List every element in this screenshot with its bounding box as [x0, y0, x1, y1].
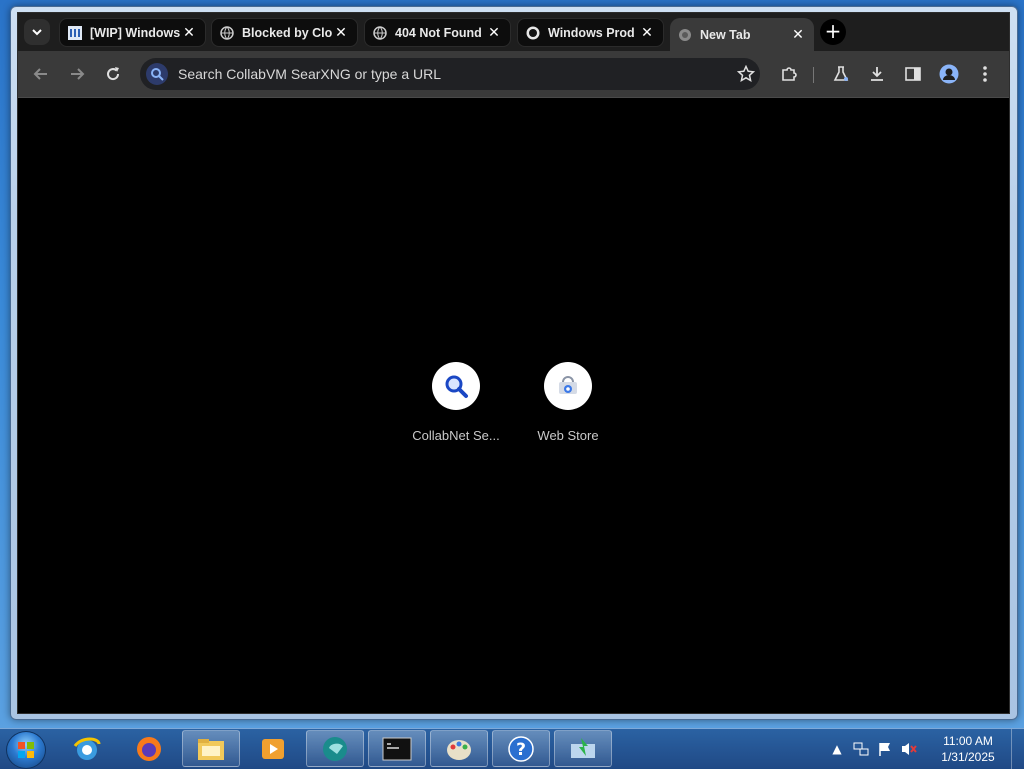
github-icon — [526, 26, 540, 40]
toolbar-separator — [813, 67, 814, 83]
internet-explorer-icon — [73, 737, 101, 760]
globe-icon — [373, 25, 387, 40]
clock-date: 1/31/2025 — [941, 750, 995, 764]
shortcut-collabnet[interactable]: CollabNet Se... — [400, 362, 512, 443]
side-panel-button[interactable] — [902, 63, 924, 85]
downloads-button[interactable] — [866, 63, 888, 85]
tab-strip: [WIP] Windows ✕ Blocked by Clo ✕ 404 Not… — [18, 13, 1009, 51]
tab-title: 404 Not Found — [395, 25, 482, 40]
taskbar-file-explorer[interactable] — [182, 730, 240, 767]
tab-search-button[interactable] — [24, 19, 50, 45]
system-tray: ▲ 11:00 AM 1/31/2025 — [825, 729, 1024, 769]
new-tab-button[interactable]: + — [820, 19, 846, 45]
shortcut-label: Web Store — [537, 428, 599, 443]
taskbar: ? ▲ 11:00 AM 1/31/2025 — [0, 728, 1024, 769]
file-explorer-icon — [198, 738, 224, 760]
extensions-button[interactable] — [778, 63, 800, 85]
app-icon — [323, 736, 347, 761]
show-desktop-button[interactable] — [1011, 729, 1024, 769]
shortcut-web-store[interactable]: Web Store — [512, 362, 624, 443]
taskbar-media-player[interactable] — [244, 730, 302, 767]
web-store-icon — [559, 376, 577, 394]
taskbar-app[interactable] — [306, 730, 364, 767]
command-prompt-icon — [382, 737, 412, 760]
toolbar: Search CollabVM SearXNG or type a URL — [18, 51, 1009, 98]
taskbar-network-app[interactable] — [554, 730, 612, 767]
avatar-icon — [939, 64, 959, 84]
volume-muted-icon[interactable] — [899, 739, 919, 759]
network-app-icon — [571, 737, 595, 758]
profile-button[interactable] — [938, 63, 960, 85]
windows-logo-icon — [18, 742, 34, 758]
network-icon[interactable] — [851, 739, 871, 759]
reload-icon — [107, 67, 120, 81]
tray-expand-icon[interactable]: ▲ — [827, 739, 847, 759]
start-button[interactable] — [6, 731, 46, 769]
omnibox[interactable]: Search CollabVM SearXNG or type a URL — [140, 58, 760, 90]
clock[interactable]: 11:00 AM 1/31/2025 — [929, 733, 1007, 765]
tab-404[interactable]: 404 Not Found ✕ — [364, 18, 511, 47]
media-player-icon — [262, 738, 284, 759]
back-button[interactable] — [30, 63, 52, 85]
new-tab-page: CollabNet Se... Web Store — [18, 98, 1009, 713]
flask-icon — [833, 66, 849, 81]
action-center-flag-icon[interactable] — [875, 739, 895, 759]
svg-text:?: ? — [516, 740, 526, 760]
labs-button[interactable] — [830, 63, 852, 85]
help-icon: ? — [508, 735, 534, 762]
shortcut-icon-circle — [544, 362, 592, 410]
reload-button[interactable] — [102, 63, 124, 85]
tab-new-tab[interactable]: New Tab ✕ — [670, 18, 814, 51]
wiki-icon — [68, 25, 82, 40]
tab-close-button[interactable]: ✕ — [181, 25, 197, 41]
chevron-down-icon — [32, 29, 42, 36]
tab-windows-prod[interactable]: Windows Prod ✕ — [517, 18, 664, 47]
tab-title: Windows Prod — [548, 25, 635, 40]
search-icon — [445, 375, 468, 398]
clock-time: 11:00 AM — [943, 734, 993, 748]
taskbar-help[interactable]: ? — [492, 730, 550, 767]
download-icon — [871, 67, 883, 81]
taskbar-internet-explorer[interactable] — [58, 730, 116, 767]
search-icon — [146, 63, 168, 85]
tab-close-button[interactable]: ✕ — [333, 25, 349, 41]
tab-title: Blocked by Clo — [242, 25, 333, 40]
firefox-icon — [137, 736, 161, 761]
forward-button[interactable] — [66, 63, 88, 85]
omnibox-placeholder[interactable]: Search CollabVM SearXNG or type a URL — [178, 66, 732, 82]
kebab-menu-icon — [983, 66, 987, 82]
side-panel-icon — [905, 67, 921, 81]
arrow-left-icon — [33, 68, 47, 80]
puzzle-icon — [782, 67, 797, 81]
taskbar-command-prompt[interactable] — [368, 730, 426, 767]
globe-icon — [678, 28, 692, 42]
menu-button[interactable] — [974, 63, 996, 85]
tab-wip-windows[interactable]: [WIP] Windows ✕ — [59, 18, 206, 47]
globe-icon — [220, 25, 234, 40]
tab-close-button[interactable]: ✕ — [486, 25, 502, 41]
tab-blocked[interactable]: Blocked by Clo ✕ — [211, 18, 358, 47]
browser-window: [WIP] Windows ✕ Blocked by Clo ✕ 404 Not… — [17, 12, 1010, 714]
bookmark-star-button[interactable] — [732, 65, 760, 83]
shortcut-icon-circle — [432, 362, 480, 410]
shortcut-label: CollabNet Se... — [412, 428, 500, 443]
paint-icon — [447, 739, 471, 760]
arrow-right-icon — [71, 68, 85, 80]
taskbar-firefox[interactable] — [120, 730, 178, 767]
tab-title: [WIP] Windows — [90, 25, 181, 40]
tab-title: New Tab — [700, 27, 751, 42]
tab-close-button[interactable]: ✕ — [639, 25, 655, 41]
star-icon — [737, 65, 755, 83]
tab-close-button[interactable]: ✕ — [790, 27, 806, 43]
taskbar-paint[interactable] — [430, 730, 488, 767]
